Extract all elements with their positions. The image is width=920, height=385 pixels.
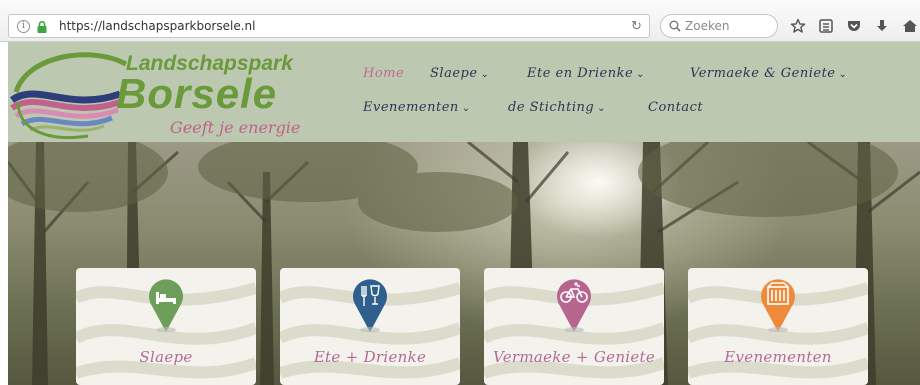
- nav-item-ete-en-drienke[interactable]: Ete en Drienke ⌄: [527, 66, 645, 81]
- card-label: Vermaeke + Geniete: [492, 348, 656, 366]
- bed-icon: [149, 279, 183, 332]
- search-bar[interactable]: [660, 14, 778, 38]
- info-icon[interactable]: i: [17, 20, 30, 33]
- url-text[interactable]: https://landschapsparkborsele.nl: [59, 19, 255, 33]
- category-card-vermaeke-geniete[interactable]: Vermaeke + Geniete: [484, 268, 664, 385]
- nav-label: de Stichting: [508, 100, 595, 115]
- nav-item-slaepe[interactable]: Slaepe ⌄: [430, 66, 489, 81]
- hero-banner: Slaepe Ete + Drienke Vermaeke + Geniete …: [8, 142, 920, 385]
- search-icon: [669, 20, 681, 32]
- category-card-ete-drienke[interactable]: Ete + Drienke: [280, 268, 460, 385]
- reading-list-icon[interactable]: [818, 18, 834, 34]
- nav-item-vermaeke-geniete[interactable]: Vermaeke & Geniete ⌄: [690, 66, 847, 81]
- nav-label: Contact: [648, 100, 704, 115]
- nav-item-home[interactable]: Home: [363, 66, 404, 81]
- address-bar[interactable]: i https://landschapsparkborsele.nl ↻: [8, 14, 650, 38]
- logo-title-main: Borsele: [116, 70, 278, 117]
- nav-item-de-stichting[interactable]: de Stichting ⌄: [508, 100, 606, 115]
- nav-label: Evenementen: [363, 100, 459, 115]
- chevron-down-icon: ⌄: [461, 103, 471, 114]
- chevron-down-icon: ⌄: [480, 69, 490, 80]
- lock-icon[interactable]: [37, 21, 47, 33]
- category-card-evenementen[interactable]: Evenementen: [688, 268, 868, 385]
- logo-waves-icon: [10, 52, 128, 139]
- home-icon[interactable]: [902, 18, 918, 34]
- nav-label: Home: [363, 66, 405, 81]
- star-icon[interactable]: [790, 18, 806, 34]
- nav-label: Vermaeke & Geniete: [690, 66, 836, 81]
- pocket-icon[interactable]: [846, 18, 862, 34]
- event-tent-icon: [761, 279, 795, 332]
- nav-item-evenementen[interactable]: Evenementen ⌄: [363, 100, 471, 115]
- chevron-down-icon: ⌄: [597, 103, 607, 114]
- site-header: Landschapspark Borsele Geeft je energie …: [8, 42, 920, 142]
- site-logo[interactable]: Landschapspark Borsele Geeft je energie: [8, 42, 348, 142]
- chevron-down-icon: ⌄: [838, 69, 848, 80]
- cutlery-glass-icon: [353, 279, 387, 332]
- logo-tagline: Geeft je energie: [170, 118, 301, 137]
- search-input[interactable]: [685, 18, 773, 34]
- bicycle-icon: [557, 279, 591, 332]
- card-label: Ete + Drienke: [313, 348, 427, 366]
- card-label: Evenementen: [724, 348, 832, 366]
- category-card-slaepe[interactable]: Slaepe: [76, 268, 256, 385]
- download-icon[interactable]: [874, 18, 890, 34]
- nav-item-contact[interactable]: Contact: [648, 100, 703, 115]
- nav-label: Ete en Drienke: [527, 66, 634, 81]
- nav-label: Slaepe: [430, 66, 478, 81]
- card-label: Slaepe: [139, 348, 193, 366]
- chevron-down-icon: ⌄: [636, 69, 646, 80]
- reload-icon[interactable]: ↻: [631, 18, 642, 34]
- browser-toolbar: i https://landschapsparkborsele.nl ↻: [0, 0, 920, 42]
